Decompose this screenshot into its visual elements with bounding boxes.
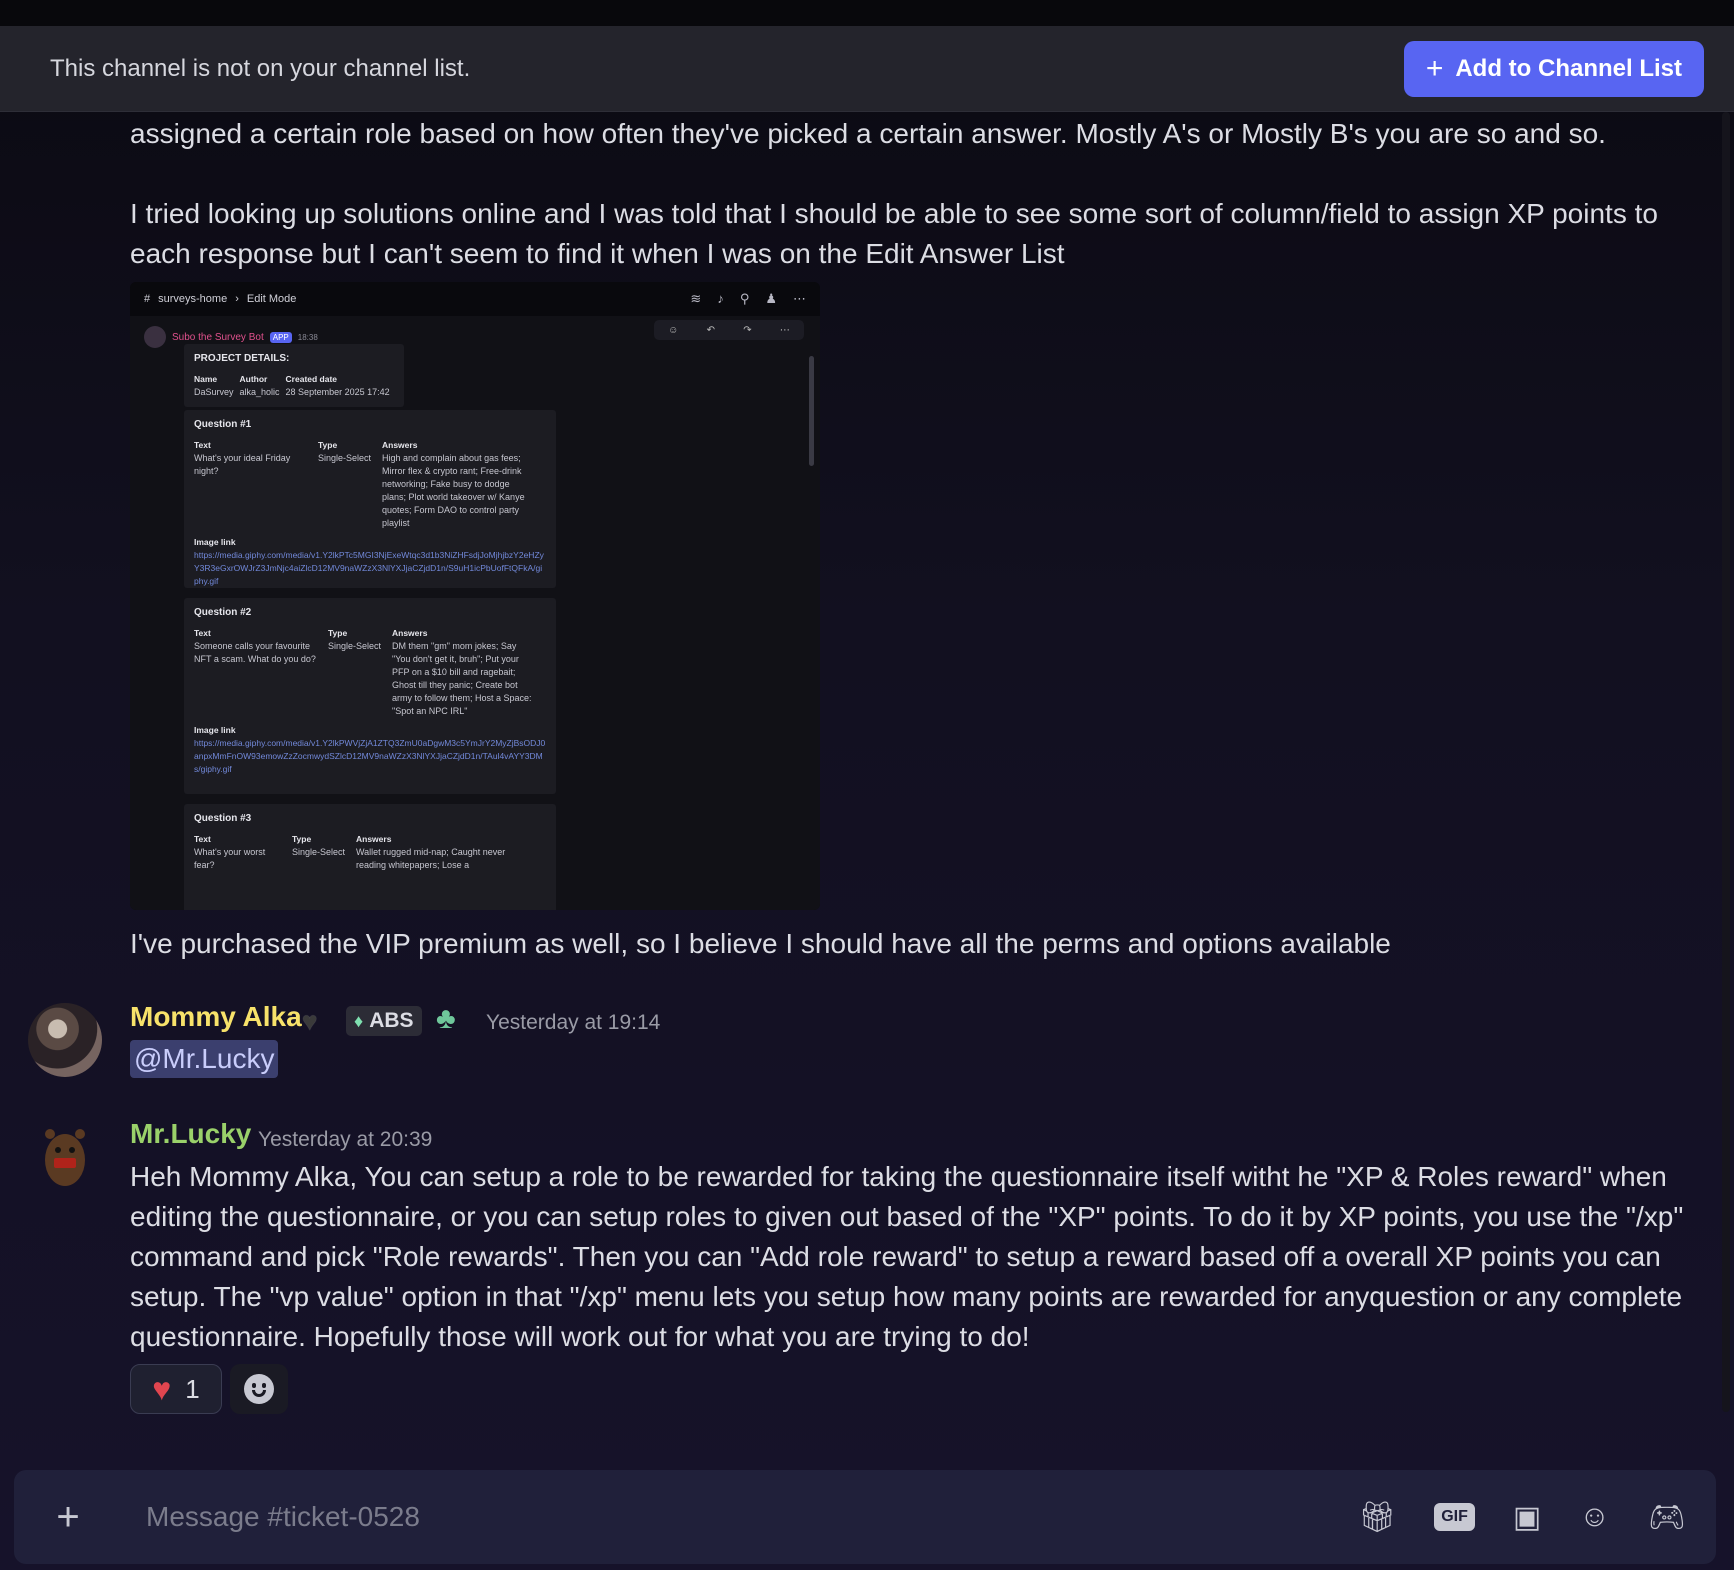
composer-icons: 🎁︎ GIF ▣ ☺ 🎮︎ bbox=[1358, 1500, 1686, 1535]
message-text-followup: I've purchased the VIP premium as well, … bbox=[130, 928, 1391, 959]
more-icon: ⋯ bbox=[779, 324, 790, 336]
window-top-bar bbox=[0, 0, 1734, 26]
message-text-lucky: Heh Mommy Alka, You can setup a role to … bbox=[130, 1161, 1684, 1352]
screenshot-scrollbar bbox=[809, 356, 814, 466]
pin-icon: ⚲ bbox=[739, 291, 750, 306]
username-mr-lucky[interactable]: Mr.Lucky bbox=[130, 1118, 251, 1150]
guild-tag[interactable]: ♦ ABS bbox=[346, 1006, 422, 1036]
smiley-icon bbox=[244, 1374, 274, 1404]
question-card-2: Question #2 Text Someone calls your favou… bbox=[184, 598, 556, 794]
screenshot-channel: surveys-home bbox=[158, 293, 228, 305]
clover-icon: ♣ bbox=[436, 1002, 456, 1035]
project-details-card: PROJECT DETAILS: Name DaSurvey Author alka… bbox=[184, 344, 404, 407]
more-icon: ⋯ bbox=[793, 291, 806, 306]
gem-icon: ♦ bbox=[354, 1010, 364, 1031]
chevron-right-icon: › bbox=[235, 293, 239, 305]
add-button-label: Add to Channel List bbox=[1455, 54, 1682, 82]
app-badge: APP bbox=[269, 331, 292, 343]
messages-scrollbar[interactable] bbox=[1722, 112, 1730, 1412]
timestamp-lucky: Yesterday at 20:39 bbox=[258, 1128, 433, 1151]
bot-avatar bbox=[144, 326, 166, 348]
emoji-icon[interactable]: ☺ bbox=[1579, 1500, 1610, 1534]
reaction-count: 1 bbox=[185, 1373, 200, 1404]
gift-icon[interactable]: 🎁︎ bbox=[1358, 1500, 1396, 1535]
message-input[interactable] bbox=[146, 1501, 1359, 1533]
react-icon: ☺ bbox=[668, 324, 679, 336]
mute-icon: ♪ bbox=[717, 291, 724, 306]
members-icon: ♟ bbox=[765, 291, 777, 306]
bot-time: 18:38 bbox=[297, 332, 318, 342]
screenshot-mode: Edit Mode bbox=[246, 293, 297, 305]
question-card-3: Question #3 Text What's your worst fear? … bbox=[184, 804, 556, 910]
message-composer: + 🎁︎ GIF ▣ ☺ 🎮︎ bbox=[14, 1470, 1716, 1564]
add-to-channel-list-button[interactable]: + Add to Channel List bbox=[1403, 40, 1704, 97]
screenshot-body: Subo the Survey Bot APP 18:38 ☺ ↶ ↷ ⋯ PROJE… bbox=[130, 316, 820, 910]
plus-icon: + bbox=[1425, 51, 1444, 85]
add-reaction-button[interactable] bbox=[230, 1364, 288, 1414]
forward-icon: ↷ bbox=[743, 324, 752, 336]
avatar-mr-lucky[interactable] bbox=[28, 1120, 102, 1194]
heart-reaction[interactable]: ♥ 1 bbox=[130, 1364, 222, 1414]
guild-tag-label: ABS bbox=[369, 1009, 414, 1032]
channel-notice-bar: This channel is not on your channel list… bbox=[0, 26, 1734, 112]
message-text-paragraph: I tried looking up solutions online and … bbox=[130, 198, 1658, 269]
attached-screenshot[interactable]: # surveys-home › Edit Mode ≋ ♪ ⚲ ♟ ⋯ Subo th… bbox=[130, 282, 820, 910]
image-link-2[interactable]: https://media.giphy.com/media/v1.Y2lkPWV… bbox=[194, 737, 546, 776]
bot-name: Subo the Survey Bot bbox=[172, 331, 264, 343]
username-mommy-alka[interactable]: Mommy Alka bbox=[130, 1001, 302, 1033]
reply-icon: ↶ bbox=[706, 324, 715, 336]
image-link-1[interactable]: https://media.giphy.com/media/v1.Y2lkPTc… bbox=[194, 549, 546, 588]
avatar-mommy-alka[interactable] bbox=[28, 1003, 102, 1077]
question-card-1: Question #1 Text What's your ideal Friday… bbox=[184, 410, 556, 588]
screenshot-header: # surveys-home › Edit Mode ≋ ♪ ⚲ ♟ ⋯ bbox=[130, 282, 820, 316]
upload-plus-icon[interactable]: + bbox=[44, 1495, 92, 1540]
user-mention[interactable]: @Mr.Lucky bbox=[130, 1040, 279, 1078]
sticker-icon[interactable]: ▣ bbox=[1513, 1500, 1541, 1535]
screenshot-header-icons: ≋ ♪ ⚲ ♟ ⋯ bbox=[690, 291, 806, 307]
threads-icon: ≋ bbox=[690, 291, 702, 306]
gif-icon[interactable]: GIF bbox=[1434, 1503, 1475, 1531]
message-text-intro: assigned a certain role based on how oft… bbox=[130, 118, 1606, 149]
heart-icon: ♥ bbox=[152, 1370, 172, 1407]
timestamp-alka: Yesterday at 19:14 bbox=[486, 1011, 661, 1034]
message-hover-toolbar: ☺ ↶ ↷ ⋯ bbox=[654, 320, 804, 340]
gamepad-icon[interactable]: 🎮︎ bbox=[1648, 1500, 1686, 1535]
hash-icon: # bbox=[144, 293, 151, 305]
notice-text: This channel is not on your channel list… bbox=[50, 54, 471, 82]
project-title: PROJECT DETAILS: bbox=[194, 353, 290, 364]
black-heart-icon: ♥ bbox=[302, 1006, 318, 1036]
